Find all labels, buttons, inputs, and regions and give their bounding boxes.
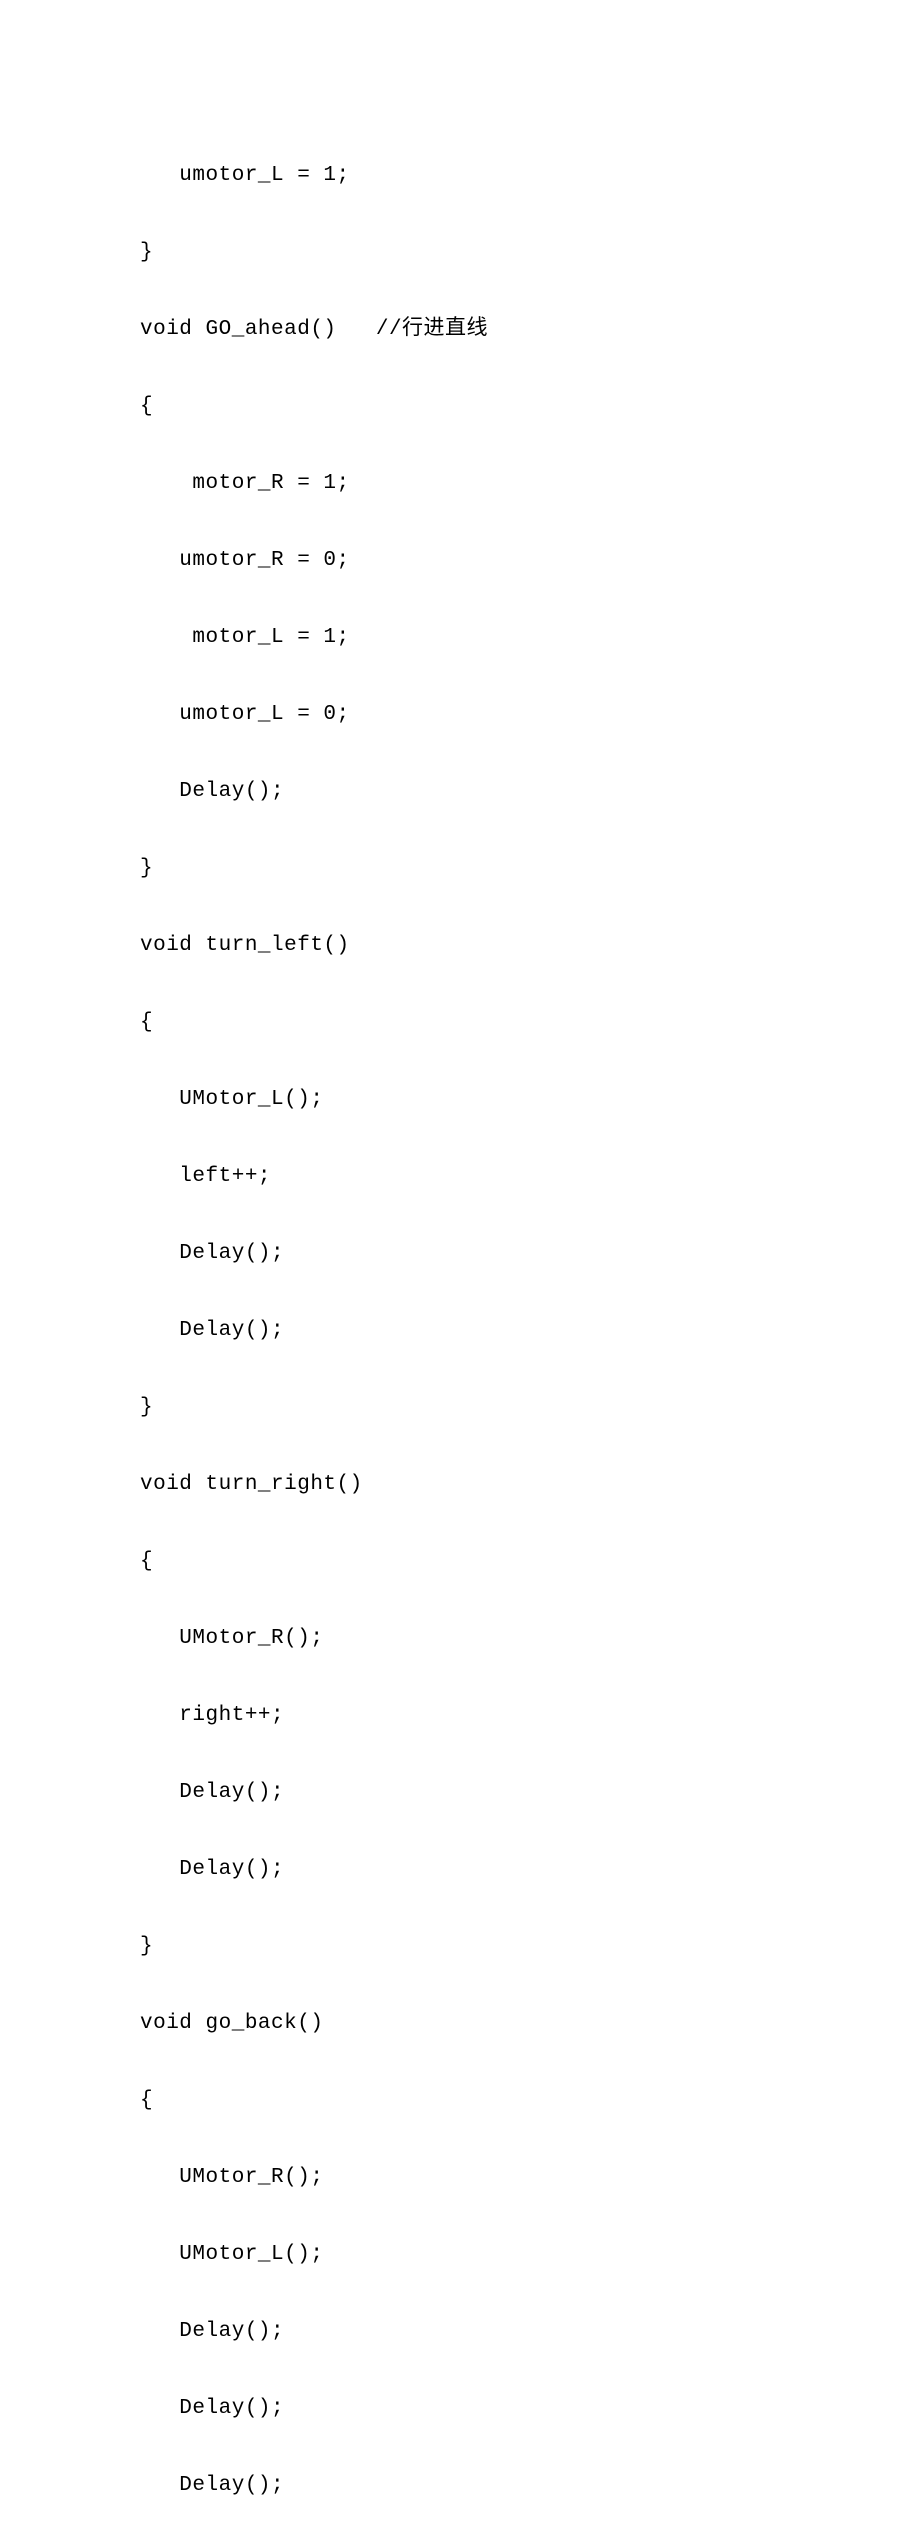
code-line: UMotor_L(); [140,2236,920,2275]
code-line: UMotor_R(); [140,1620,920,1659]
code-line: right++; [140,1697,920,1736]
code-line: left++; [140,1158,920,1197]
code-line: } [140,850,920,889]
code-line: } [140,1928,920,1967]
code-line: umotor_L = 0; [140,696,920,735]
code-line: } [140,234,920,273]
code-line: void GO_ahead() //行进直线 [140,311,920,350]
code-line: umotor_R = 0; [140,542,920,581]
code-line: Delay(); [140,2467,920,2506]
code-line: Delay(); [140,773,920,812]
code-line: Delay(); [140,1312,920,1351]
code-line: { [140,1543,920,1582]
code-line: { [140,2082,920,2121]
code-line: UMotor_L(); [140,1081,920,1120]
code-line: Delay(); [140,1851,920,1890]
code-line: motor_R = 1; [140,465,920,504]
code-line: } [140,1389,920,1428]
code-line: Delay(); [140,2390,920,2429]
code-line: Delay(); [140,1235,920,1274]
code-line: umotor_L = 1; [140,157,920,196]
code-line: { [140,388,920,427]
code-line: UMotor_R(); [140,2159,920,2198]
code-line: void turn_right() [140,1466,920,1505]
code-line: void go_back() [140,2005,920,2044]
code-document: umotor_L = 1; } void GO_ahead() //行进直线 {… [0,0,920,2544]
code-line: Delay(); [140,1774,920,1813]
code-line: { [140,1004,920,1043]
code-line: Delay(); [140,2313,920,2352]
code-line: motor_L = 1; [140,619,920,658]
code-line: void turn_left() [140,927,920,966]
